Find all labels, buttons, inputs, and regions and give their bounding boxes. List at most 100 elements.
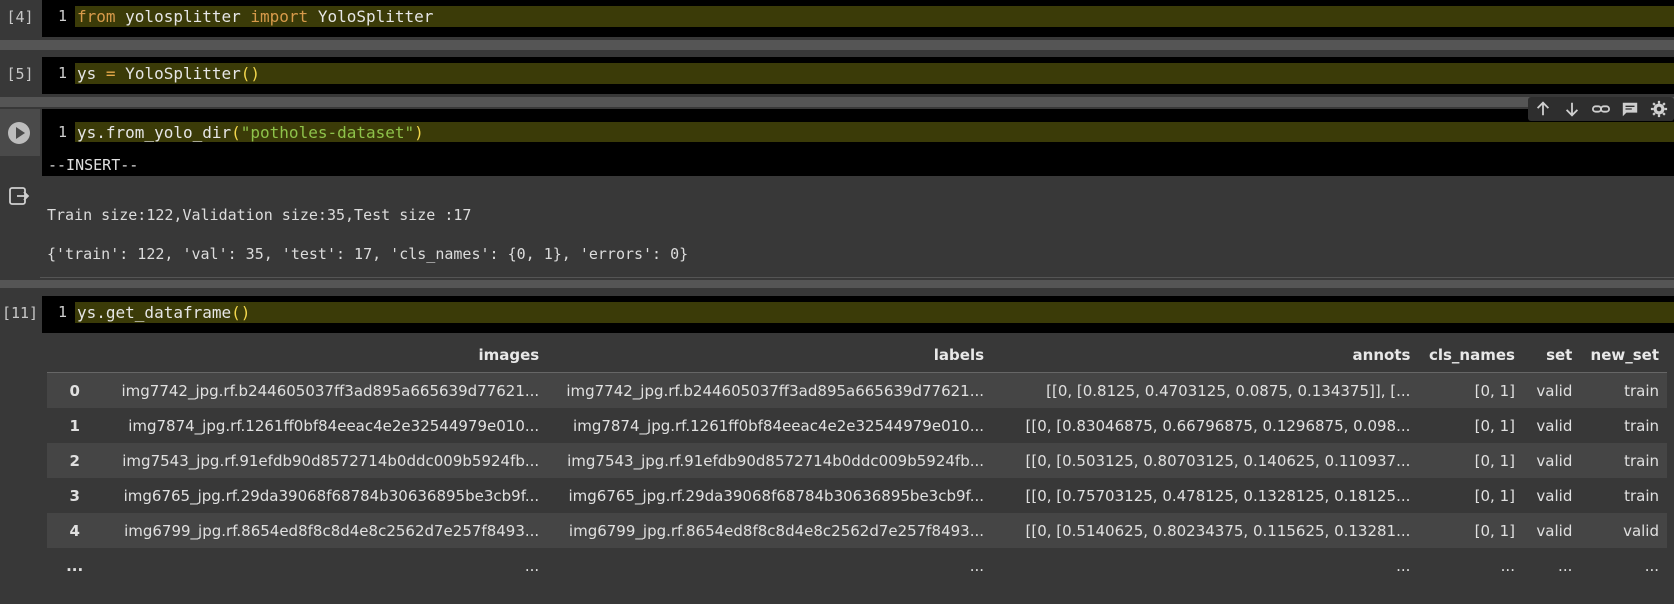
- cell-annots: [[0, [0.75703125, 0.478125, 0.1328125, 0…: [992, 478, 1419, 513]
- call-name: ys.from_yolo_dir: [77, 123, 232, 142]
- arrow-down-icon[interactable]: [1561, 98, 1583, 120]
- row-index: 1: [47, 408, 103, 443]
- cell-set: valid: [1522, 443, 1581, 478]
- parens: (): [240, 64, 261, 83]
- cell-labels: ...: [547, 548, 993, 583]
- cell-separator: [0, 280, 1674, 288]
- cell-labels: img6765_jpg.rf.29da39068f68784b30636895b…: [547, 478, 993, 513]
- cell-annots: [[0, [0.8125, 0.4703125, 0.0875, 0.13437…: [992, 372, 1419, 408]
- cell-new-set: valid: [1580, 513, 1667, 548]
- code-editor[interactable]: 1 ys.get_dataframe(): [42, 296, 1674, 333]
- code-line[interactable]: ys = YoloSplitter(): [77, 63, 260, 84]
- cell-toolbar: [1528, 97, 1674, 121]
- gear-icon[interactable]: [1648, 98, 1670, 120]
- row-index: 0: [47, 372, 103, 408]
- cell-set: valid: [1522, 513, 1581, 548]
- row-index: 3: [47, 478, 103, 513]
- call-name: ys.get_dataframe: [77, 303, 232, 322]
- cell-prompt: [5]: [6, 65, 34, 83]
- line-number: 1: [58, 7, 68, 25]
- code-line[interactable]: ys.get_dataframe(): [77, 302, 250, 323]
- output-clear-icon[interactable]: [8, 185, 30, 207]
- cell-images: img6799_jpg.rf.8654ed8f8c8d4e8c2562d7e25…: [102, 513, 548, 548]
- table-header-row: images labels annots cls_names set new_s…: [47, 338, 1667, 373]
- cell-cls-names: [0, 1]: [1418, 408, 1523, 443]
- code-cell-active[interactable]: 1 ys.from_yolo_dir("potholes-dataset"): [0, 97, 1674, 156]
- header-images: images: [102, 338, 548, 373]
- parens: (): [231, 303, 251, 322]
- cell-set: valid: [1522, 478, 1581, 513]
- notebook: [4] 1 from yolosplitter import YoloSplit…: [0, 0, 1674, 604]
- paren-open: (: [231, 123, 241, 142]
- cell-images: img7874_jpg.rf.1261ff0bf84eeac4e2e325449…: [102, 408, 548, 443]
- link-icon[interactable]: [1590, 98, 1612, 120]
- table-row: 1 img7874_jpg.rf.1261ff0bf84eeac4e2e3254…: [47, 408, 1667, 443]
- cell-cls-names: [0, 1]: [1418, 513, 1523, 548]
- cell-separator: [0, 40, 1674, 50]
- cell-separator: [0, 97, 1674, 107]
- keyword: import: [250, 7, 309, 26]
- cell-new-set: train: [1580, 408, 1667, 443]
- table-row: 3 img6765_jpg.rf.29da39068f68784b3063689…: [47, 478, 1667, 513]
- code-editor[interactable]: 1 ys.from_yolo_dir("potholes-dataset"): [42, 109, 1674, 156]
- cell-labels: img6799_jpg.rf.8654ed8f8c8d4e8c2562d7e25…: [547, 513, 993, 548]
- cell-cls-names: [0, 1]: [1418, 372, 1523, 408]
- line-highlight: [75, 63, 1674, 84]
- cell-annots: [[0, [0.83046875, 0.66796875, 0.1296875,…: [992, 408, 1419, 443]
- dataframe-output: images labels annots cls_names set new_s…: [47, 338, 1667, 583]
- header-index: [47, 338, 103, 373]
- line-number: 1: [58, 123, 68, 141]
- code-line[interactable]: from yolosplitter import YoloSplitter: [77, 6, 433, 27]
- code-editor[interactable]: 1 ys = YoloSplitter(): [42, 57, 1674, 94]
- code-cell-5[interactable]: [5] 1 ys = YoloSplitter(): [0, 57, 1674, 94]
- cell-cls-names: [0, 1]: [1418, 478, 1523, 513]
- header-cls-names: cls_names: [1418, 338, 1523, 373]
- cell-images: img7742_jpg.rf.b244605037ff3ad895a665639…: [102, 372, 548, 408]
- call-name: YoloSplitter: [115, 64, 241, 83]
- class-name: YoloSplitter: [308, 7, 434, 26]
- cell-set: valid: [1522, 408, 1581, 443]
- table-row: ... ... ... ... ... ... ...: [47, 548, 1667, 583]
- vim-status-bar: [42, 156, 1674, 176]
- cell-set: ...: [1522, 548, 1581, 583]
- row-index: 4: [47, 513, 103, 548]
- cell-images: img7543_jpg.rf.91efdb90d8572714b0ddc009b…: [102, 443, 548, 478]
- cell-labels: img7874_jpg.rf.1261ff0bf84eeac4e2e325449…: [547, 408, 993, 443]
- cell-new-set: train: [1580, 478, 1667, 513]
- cell-images: img6765_jpg.rf.29da39068f68784b30636895b…: [102, 478, 548, 513]
- dataframe-table: images labels annots cls_names set new_s…: [47, 338, 1667, 583]
- header-annots: annots: [992, 338, 1419, 373]
- vim-mode-indicator: --INSERT--: [48, 156, 139, 174]
- table-row: 4 img6799_jpg.rf.8654ed8f8c8d4e8c2562d7e…: [47, 513, 1667, 548]
- code-editor[interactable]: 1 from yolosplitter import YoloSplitter: [42, 0, 1674, 37]
- run-gutter: [0, 109, 40, 156]
- cell-annots: [[0, [0.503125, 0.80703125, 0.140625, 0.…: [992, 443, 1419, 478]
- cell-prompt: [11]: [1, 304, 39, 322]
- module-name: yolosplitter: [115, 7, 251, 26]
- code-cell-11[interactable]: [11] 1 ys.get_dataframe(): [0, 296, 1674, 333]
- variable: ys: [77, 64, 106, 83]
- code-line[interactable]: ys.from_yolo_dir("potholes-dataset"): [77, 122, 424, 143]
- cell-new-set: train: [1580, 372, 1667, 408]
- line-highlight: [75, 302, 1674, 323]
- output-line: Train size:122,Validation size:35,Test s…: [47, 206, 472, 224]
- header-new-set: new_set: [1580, 338, 1667, 373]
- cell-prompt: [4]: [6, 8, 34, 26]
- cell-cls-names: ...: [1418, 548, 1523, 583]
- table-row: 2 img7543_jpg.rf.91efdb90d8572714b0ddc00…: [47, 443, 1667, 478]
- code-cell-4[interactable]: [4] 1 from yolosplitter import YoloSplit…: [0, 0, 1674, 37]
- operator: =: [105, 64, 116, 83]
- keyword: from: [77, 7, 116, 26]
- paren-close: ): [414, 123, 424, 142]
- arrow-up-icon[interactable]: [1532, 98, 1554, 120]
- row-index: 2: [47, 443, 103, 478]
- line-number: 1: [58, 303, 68, 321]
- cell-labels: img7543_jpg.rf.91efdb90d8572714b0ddc009b…: [547, 443, 993, 478]
- cell-labels: img7742_jpg.rf.b244605037ff3ad895a665639…: [547, 372, 993, 408]
- run-cell-button[interactable]: [8, 122, 30, 144]
- cell-annots: ...: [992, 548, 1419, 583]
- comment-icon[interactable]: [1619, 98, 1641, 120]
- cell-images: ...: [102, 548, 548, 583]
- cell-annots: [[0, [0.5140625, 0.80234375, 0.115625, 0…: [992, 513, 1419, 548]
- output-line: {'train': 122, 'val': 35, 'test': 17, 'c…: [47, 245, 689, 263]
